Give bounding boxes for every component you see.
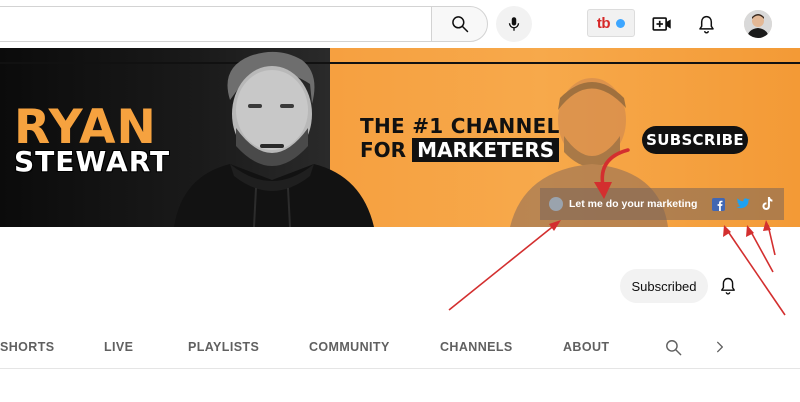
notifications-button[interactable] [692, 10, 720, 38]
notification-bell-button[interactable] [714, 272, 742, 300]
tiktok-icon[interactable] [760, 197, 774, 211]
tab-shorts[interactable]: SHORTS [0, 340, 55, 354]
extension-status-dot [616, 18, 626, 28]
annotation-arrow-link [448, 223, 557, 311]
channel-banner: RYAN STEWART THE #1 CHANNEL FOR MARKETER… [0, 48, 800, 227]
facebook-icon[interactable] [711, 197, 725, 211]
tab-about[interactable]: ABOUT [563, 340, 609, 354]
top-bar: tb [0, 0, 800, 48]
twitter-icon[interactable] [736, 197, 750, 211]
banner-website-link[interactable]: Let me do your marketing [569, 198, 697, 210]
website-favicon-icon [549, 197, 563, 211]
voice-search-button[interactable] [496, 6, 532, 42]
banner-name-first: RYAN [14, 100, 157, 155]
tabs-next-button[interactable] [710, 337, 730, 357]
banner-tagline-prefix: FOR [360, 138, 407, 162]
microphone-icon [508, 17, 520, 31]
tab-playlists[interactable]: PLAYLISTS [188, 340, 259, 354]
user-avatar-image [744, 10, 772, 38]
subscribed-button[interactable]: Subscribed [620, 269, 708, 303]
create-button[interactable] [648, 10, 676, 38]
banner-tagline-line2: FOR MARKETERS [360, 138, 560, 162]
video-camera-plus-icon [652, 17, 671, 31]
banner-tagline-line1: THE #1 CHANNEL [360, 114, 560, 138]
tab-channels[interactable]: CHANNELS [440, 340, 513, 354]
banner-divider [0, 62, 800, 64]
bell-icon [698, 15, 714, 33]
search-icon [451, 16, 468, 33]
banner-name-last: STEWART [14, 145, 171, 178]
channel-search-button[interactable] [662, 336, 684, 358]
search-input[interactable] [0, 6, 432, 42]
channel-tabs: SHORTS LIVE PLAYLISTS COMMUNITY CHANNELS… [0, 327, 800, 369]
extension-label: tb [596, 14, 611, 32]
tab-community[interactable]: COMMUNITY [309, 340, 390, 354]
search-icon [665, 339, 681, 355]
avatar[interactable] [744, 10, 772, 38]
extension-badge[interactable]: tb [587, 9, 635, 37]
tab-live[interactable]: LIVE [104, 340, 133, 354]
annotation-arrow-twitter [749, 229, 774, 273]
chevron-right-icon [717, 341, 723, 353]
banner-links-bar: Let me do your marketing [540, 188, 784, 220]
bell-icon [721, 277, 735, 295]
banner-subscribe-graphic: SUBSCRIBE [642, 126, 748, 154]
search-button[interactable] [431, 6, 488, 42]
annotation-arrow-tiktok [767, 224, 776, 256]
banner-tagline-highlight: MARKETERS [412, 138, 560, 162]
